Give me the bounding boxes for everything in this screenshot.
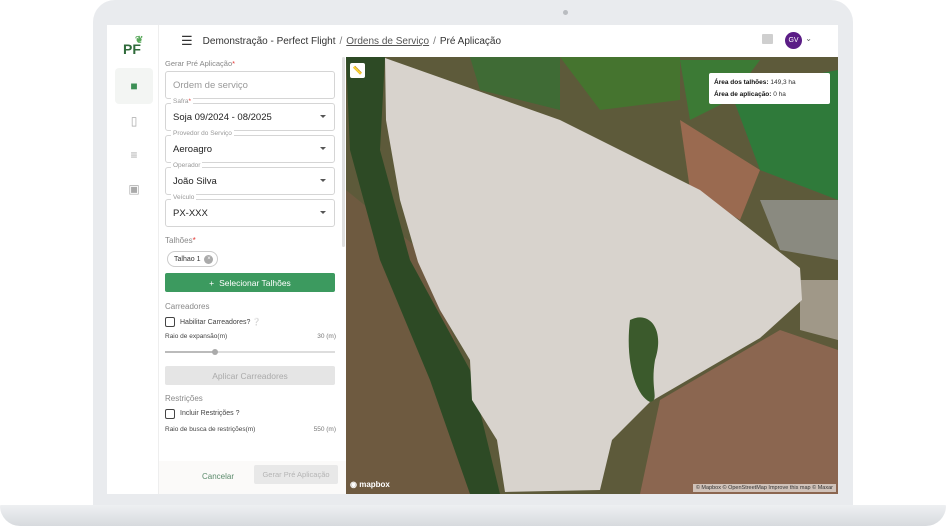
dropdown-arrow-icon bbox=[320, 179, 326, 185]
form-title: Gerar Pré Aplicação* bbox=[165, 59, 236, 68]
expansion-radius-slider[interactable] bbox=[165, 349, 335, 355]
vehicle-select[interactable]: Veículo PX-XXX bbox=[165, 194, 335, 227]
expansion-radius-value: 30 (m) bbox=[317, 333, 336, 340]
map-view[interactable]: 📏 Área dos talhões: 149,3 ha Área de apl… bbox=[346, 57, 838, 494]
restricoes-checkbox[interactable] bbox=[165, 409, 175, 419]
apply-carreadores-button[interactable]: Aplicar Carreadores bbox=[165, 366, 335, 385]
carreadores-checkbox[interactable] bbox=[165, 317, 175, 327]
dropdown-arrow-icon bbox=[320, 115, 326, 121]
logo: PF ❦ bbox=[123, 35, 144, 57]
sidebar-item-list-add[interactable]: ≡ bbox=[115, 137, 153, 173]
satellite-map bbox=[346, 57, 838, 494]
cancel-button[interactable]: Cancelar bbox=[202, 472, 234, 481]
ruler-icon[interactable]: 📏 bbox=[350, 63, 365, 78]
area-info-box: Área dos talhões: 149,3 ha Área de aplic… bbox=[709, 73, 830, 104]
scrollbar[interactable] bbox=[342, 57, 345, 247]
mapbox-logo: ◉ mapbox bbox=[350, 480, 390, 489]
briefcase-icon: ■ bbox=[130, 79, 138, 93]
remove-chip-icon[interactable]: × bbox=[204, 254, 214, 264]
slider-handle[interactable] bbox=[212, 349, 218, 355]
chevron-down-icon[interactable]: ⌄ bbox=[805, 34, 812, 43]
leaf-icon: ❦ bbox=[135, 35, 144, 46]
carreadores-section: Carreadores bbox=[165, 302, 210, 311]
help-icon: ❔ bbox=[252, 319, 262, 326]
breadcrumb-root[interactable]: Demonstração - Perfect Flight bbox=[203, 36, 336, 47]
camera bbox=[563, 10, 568, 15]
sidebar-item-reports[interactable]: ▣ bbox=[115, 171, 153, 207]
form-footer: Cancelar Gerar Pré Aplicação bbox=[159, 461, 346, 494]
select-talhoes-button[interactable]: + Selecionar Talhões bbox=[165, 273, 335, 292]
carreadores-checkbox-label: Habilitar Carreadores? ❔ bbox=[180, 319, 262, 326]
restriction-radius-value: 550 (m) bbox=[313, 426, 336, 433]
chat-icon[interactable] bbox=[762, 34, 773, 44]
laptop-base bbox=[0, 505, 946, 526]
map-attribution[interactable]: © Mapbox © OpenStreetMap Improve this ma… bbox=[692, 484, 836, 492]
chart-icon: ▣ bbox=[128, 182, 140, 196]
provider-select[interactable]: Provedor do Serviço Aeroagro bbox=[165, 130, 335, 163]
breadcrumb-current: Pré Aplicação bbox=[439, 35, 502, 47]
breadcrumb-orders[interactable]: Ordens de Serviço bbox=[346, 36, 429, 47]
talhao-chip[interactable]: Talhao 1 × bbox=[167, 251, 219, 267]
dropdown-arrow-icon bbox=[320, 147, 326, 153]
pre-application-form: Gerar Pré Aplicação* Ordem de serviço Sa… bbox=[159, 57, 346, 494]
dropdown-arrow-icon bbox=[320, 211, 326, 217]
operator-select[interactable]: Operador João Silva bbox=[165, 162, 335, 195]
order-input[interactable]: Ordem de serviço bbox=[165, 71, 335, 99]
restriction-radius-label: Raio de busca de restrições(m) bbox=[165, 426, 256, 433]
safra-select[interactable]: Safra* Soja 09/2024 - 08/2025 bbox=[165, 98, 335, 131]
sidebar-item-orders[interactable]: ■ bbox=[115, 68, 153, 104]
sidebar-item-map[interactable]: ▯ bbox=[115, 103, 153, 139]
generate-button[interactable]: Gerar Pré Aplicação bbox=[254, 465, 338, 484]
talhoes-label: Talhões* bbox=[165, 236, 196, 245]
map-icon: ▯ bbox=[130, 114, 138, 128]
avatar[interactable]: GV bbox=[785, 32, 802, 49]
expansion-radius-label: Raio de expansão(m) bbox=[165, 333, 228, 340]
list-add-icon: ≡ bbox=[130, 148, 138, 162]
restricoes-checkbox-label: Incluir Restrições ? bbox=[180, 410, 240, 417]
sidebar: PF ❦ ■ ▯ ≡ ▣ bbox=[107, 25, 159, 494]
menu-icon[interactable]: ☰ bbox=[181, 33, 193, 49]
app-screen: PF ❦ ■ ▯ ≡ ▣ ☰ Demonstração - Perfect Fli… bbox=[107, 25, 838, 494]
plus-icon: + bbox=[209, 277, 215, 288]
restricoes-section: Restrições bbox=[165, 394, 203, 403]
top-bar: ☰ Demonstração - Perfect Flight / Ordens … bbox=[181, 33, 502, 49]
